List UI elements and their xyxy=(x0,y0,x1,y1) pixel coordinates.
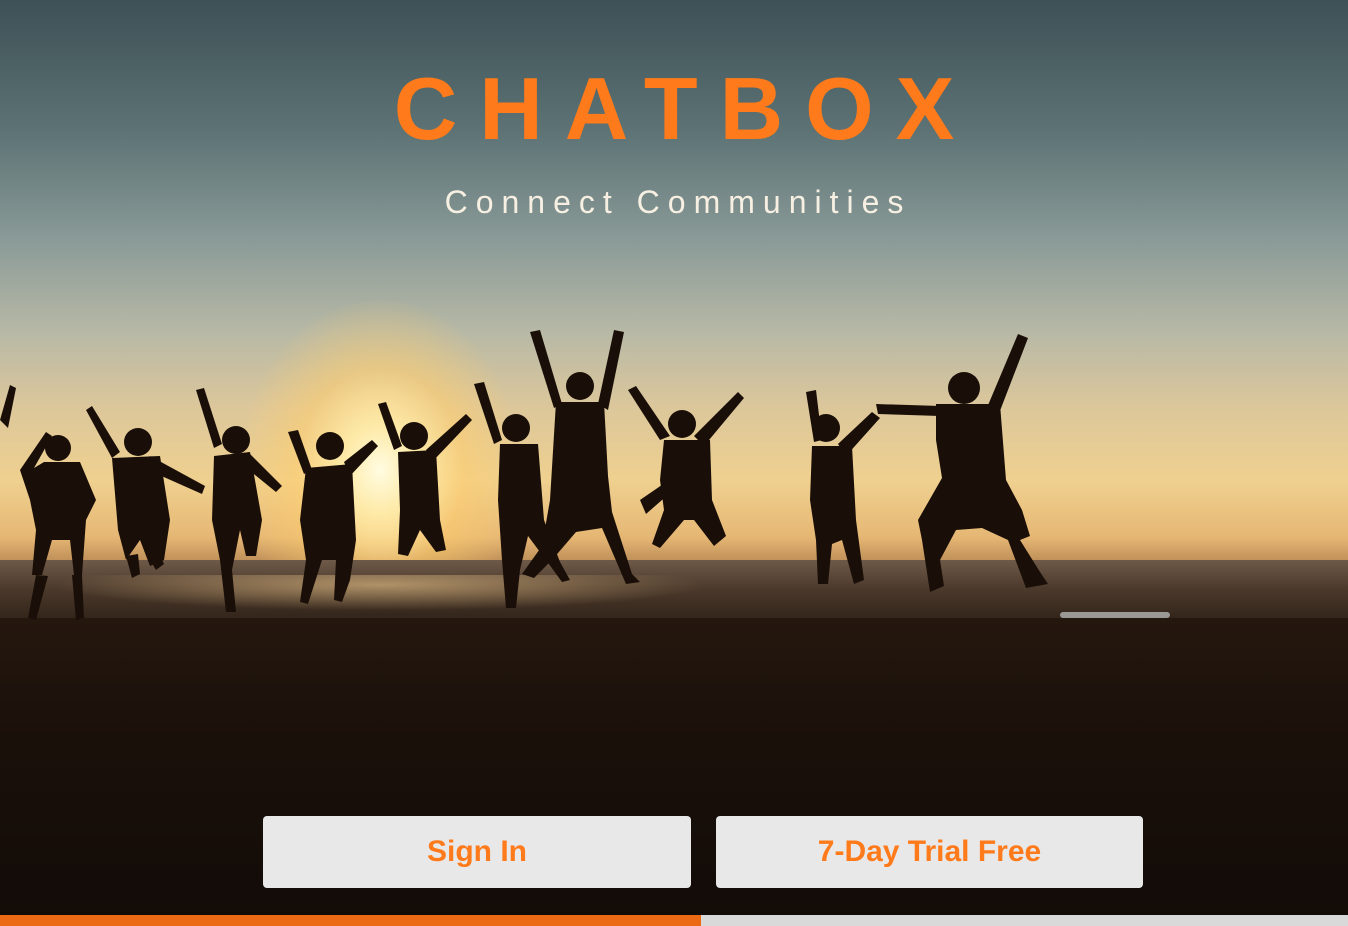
jumping-person-silhouette xyxy=(876,334,1048,592)
sign-in-button[interactable]: Sign In xyxy=(263,816,691,888)
jumping-person-silhouette xyxy=(628,386,744,548)
progress-bar xyxy=(0,915,1348,926)
jumping-person-silhouette xyxy=(196,388,282,612)
landing-screen: CHATBOX Connect Communities Sign In 7-Da… xyxy=(0,0,1348,926)
free-trial-button[interactable]: 7-Day Trial Free xyxy=(716,816,1143,888)
jumping-person-silhouette xyxy=(378,402,472,556)
brand-title: CHATBOX xyxy=(393,59,977,158)
jumping-person-silhouette xyxy=(86,406,205,578)
progress-bar-fill xyxy=(0,915,701,926)
jumping-person-silhouette xyxy=(288,430,378,604)
jumping-person-silhouette xyxy=(806,390,880,584)
jumping-person-silhouette xyxy=(0,385,96,620)
brand-tagline: Connect Communities xyxy=(444,184,912,220)
